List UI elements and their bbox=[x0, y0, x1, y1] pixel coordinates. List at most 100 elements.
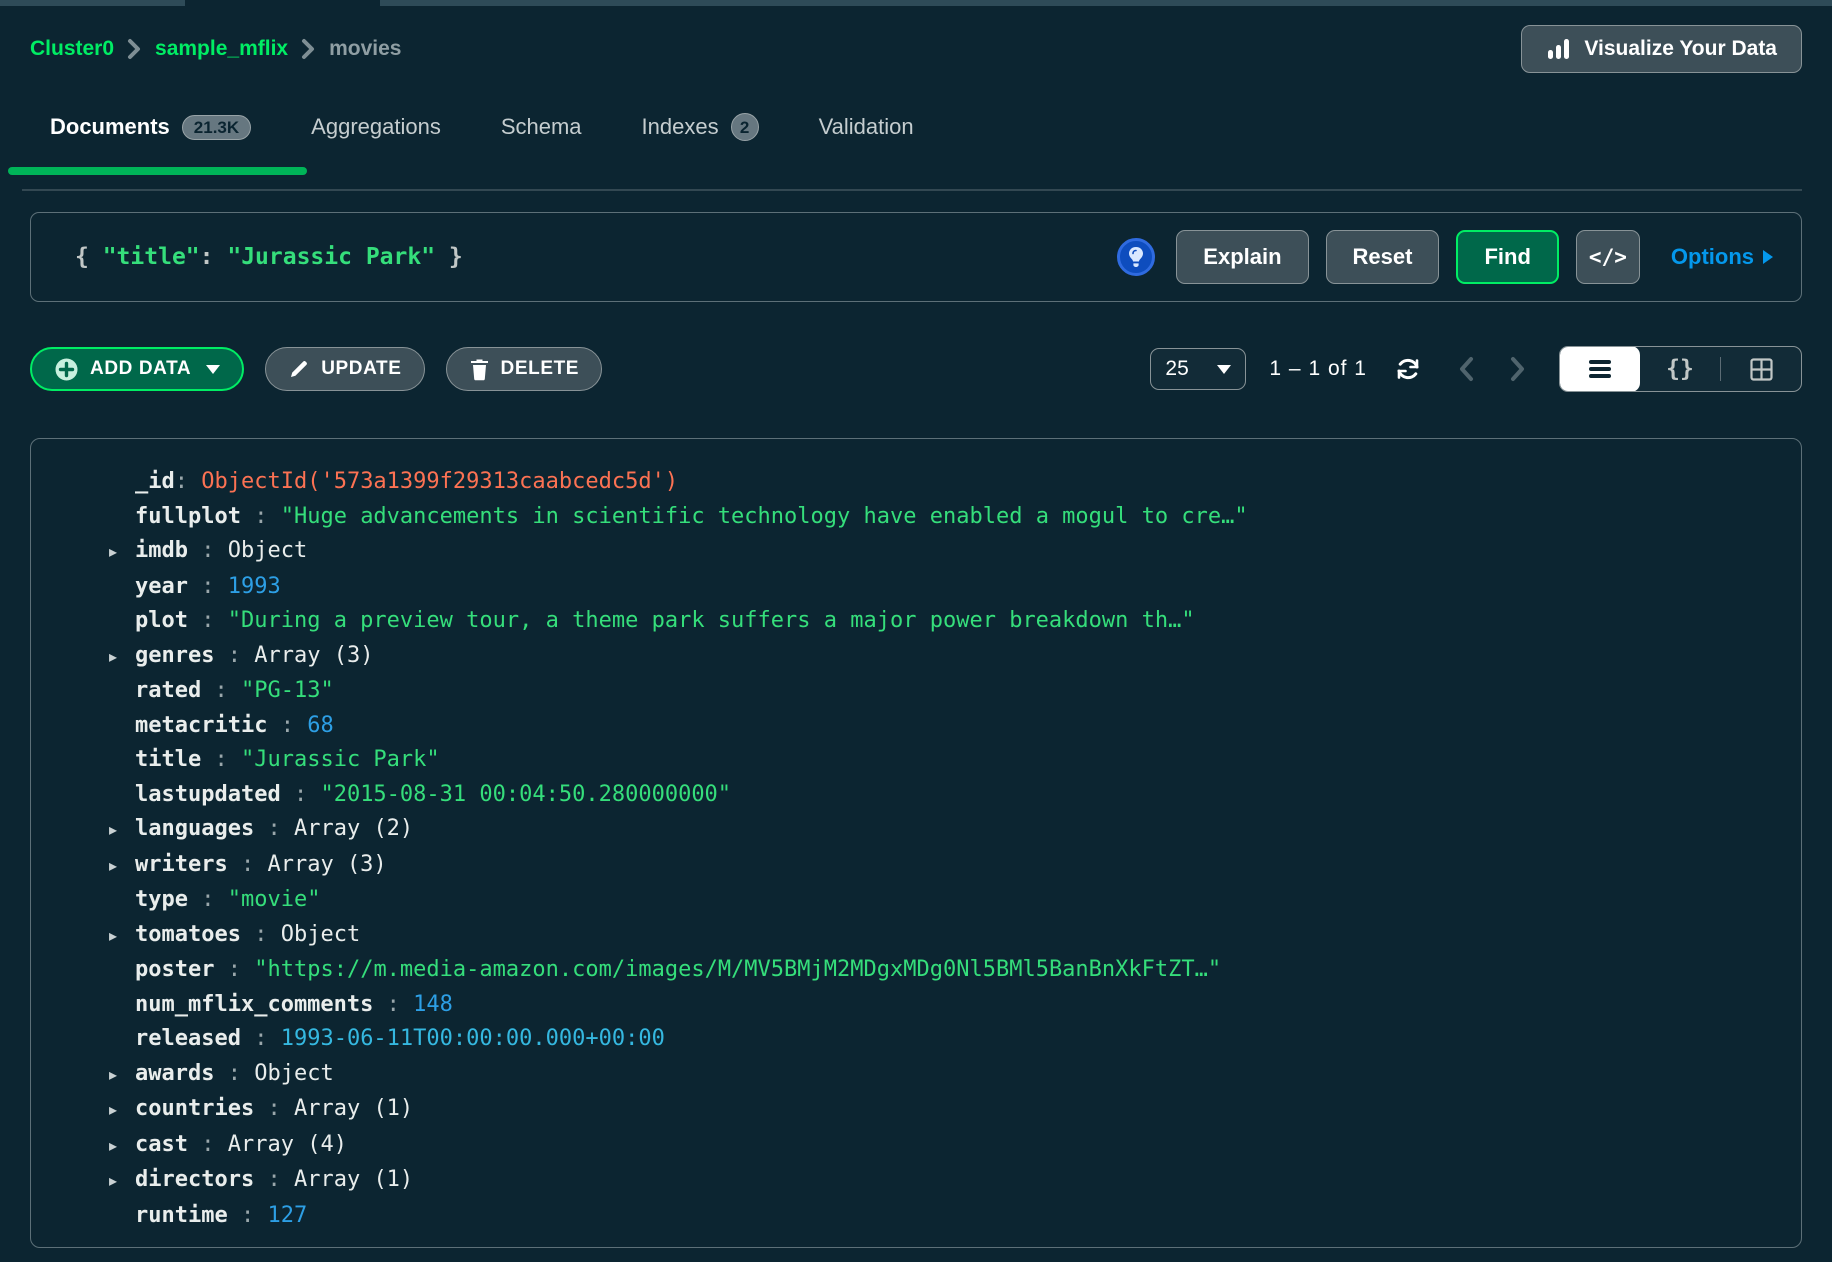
field-row-tomatoes[interactable]: ▸tomatoes : Object bbox=[109, 918, 1781, 954]
field-key: released bbox=[135, 1022, 241, 1057]
query-token-punct: : bbox=[200, 244, 228, 270]
expand-caret-icon[interactable]: ▸ bbox=[109, 1129, 135, 1164]
field-key: runtime bbox=[135, 1199, 228, 1234]
expand-caret-icon[interactable]: ▸ bbox=[109, 535, 135, 570]
breadcrumb-database[interactable]: sample_mflix bbox=[155, 37, 288, 61]
field-row-imdb[interactable]: ▸imdb : Object bbox=[109, 534, 1781, 570]
field-value-string: "movie" bbox=[228, 883, 321, 918]
field-value-number: 127 bbox=[267, 1199, 307, 1234]
breadcrumb-cluster[interactable]: Cluster0 bbox=[30, 37, 114, 61]
previous-page-button[interactable] bbox=[1457, 355, 1475, 383]
field-value-plain: Array (3) bbox=[267, 848, 386, 883]
field-key: awards bbox=[135, 1057, 214, 1092]
trash-icon bbox=[469, 358, 490, 381]
field-row-countries[interactable]: ▸countries : Array (1) bbox=[109, 1092, 1781, 1128]
result-range: 1 – 1 of 1 bbox=[1269, 357, 1367, 381]
field-key: type bbox=[135, 883, 188, 918]
field-row-directors[interactable]: ▸directors : Array (1) bbox=[109, 1163, 1781, 1199]
workspace-tab-strip bbox=[0, 0, 1832, 6]
expand-caret-icon[interactable]: ▸ bbox=[109, 640, 135, 675]
field-separator: : bbox=[188, 604, 228, 639]
field-row-runtime: runtime : 127 bbox=[109, 1199, 1781, 1234]
expand-caret-icon[interactable]: ▸ bbox=[109, 813, 135, 848]
field-key: num_mflix_comments bbox=[135, 988, 373, 1023]
reset-button[interactable]: Reset bbox=[1326, 230, 1440, 284]
field-row-genres[interactable]: ▸genres : Array (3) bbox=[109, 639, 1781, 675]
field-row-writers[interactable]: ▸writers : Array (3) bbox=[109, 848, 1781, 884]
field-separator: : bbox=[175, 465, 202, 500]
field-row-title: title : "Jurassic Park" bbox=[109, 743, 1781, 778]
field-value-string: "2015-08-31 00:04:50.280000000" bbox=[320, 778, 731, 813]
expand-caret-icon[interactable]: ▸ bbox=[109, 1164, 135, 1199]
document-toolbar: ADD DATA UPDATE DELETE 25 1 – 1 of 1 bbox=[30, 346, 1802, 392]
chevron-left-icon bbox=[1457, 355, 1475, 383]
field-row-languages[interactable]: ▸languages : Array (2) bbox=[109, 812, 1781, 848]
tabs-divider bbox=[22, 189, 1802, 191]
add-data-button[interactable]: ADD DATA bbox=[30, 347, 244, 391]
table-view-button[interactable] bbox=[1721, 346, 1801, 392]
field-value-number: 68 bbox=[307, 709, 334, 744]
field-separator: : bbox=[188, 534, 228, 569]
tab-schema[interactable]: Schema bbox=[471, 99, 612, 155]
visualize-your-data-button[interactable]: Visualize Your Data bbox=[1521, 25, 1802, 73]
next-page-button[interactable] bbox=[1509, 355, 1527, 383]
delete-button[interactable]: DELETE bbox=[446, 347, 603, 391]
list-view-button[interactable] bbox=[1560, 346, 1640, 392]
tab-indexes[interactable]: Indexes2 bbox=[612, 99, 789, 155]
refresh-button[interactable] bbox=[1393, 354, 1423, 384]
field-row-lastupdated: lastupdated : "2015-08-31 00:04:50.28000… bbox=[109, 778, 1781, 813]
options-toggle[interactable]: Options bbox=[1671, 244, 1779, 270]
field-row-released: released : 1993-06-11T00:00:00.000+00:00 bbox=[109, 1022, 1781, 1057]
find-button[interactable]: Find bbox=[1456, 230, 1558, 284]
json-view-button[interactable]: {} bbox=[1640, 346, 1720, 392]
field-value-plain: Array (1) bbox=[294, 1163, 413, 1198]
tab-label: Documents bbox=[50, 114, 170, 140]
field-value-string: "PG-13" bbox=[241, 674, 334, 709]
page-size-select[interactable]: 25 bbox=[1150, 348, 1246, 390]
tab-validation[interactable]: Validation bbox=[789, 99, 944, 155]
field-separator: : bbox=[254, 1163, 294, 1198]
collection-tabs: Documents21.3KAggregationsSchemaIndexes2… bbox=[30, 99, 1802, 175]
field-key: title bbox=[135, 743, 201, 778]
view-switcher: {} bbox=[1559, 346, 1802, 392]
expand-caret-icon[interactable]: ▸ bbox=[109, 1093, 135, 1128]
field-value-plain: Object bbox=[281, 918, 360, 953]
pagination: 25 1 – 1 of 1 bbox=[1150, 346, 1802, 392]
query-hint-button[interactable] bbox=[1117, 238, 1155, 276]
field-row-rated: rated : "PG-13" bbox=[109, 674, 1781, 709]
field-separator: : bbox=[241, 918, 281, 953]
field-row-awards[interactable]: ▸awards : Object bbox=[109, 1057, 1781, 1093]
field-value-plain: Object bbox=[228, 534, 307, 569]
query-token-punct: } bbox=[435, 244, 463, 270]
field-separator: : bbox=[201, 743, 241, 778]
tab-count-badge: 2 bbox=[731, 113, 759, 141]
field-value-objectid: ObjectId('573a1399f29313caabcedc5d') bbox=[201, 465, 678, 500]
field-value-plain: Array (1) bbox=[294, 1092, 413, 1127]
field-key: countries bbox=[135, 1092, 254, 1127]
field-row-cast[interactable]: ▸cast : Array (4) bbox=[109, 1128, 1781, 1164]
plus-circle-icon bbox=[54, 357, 79, 382]
chevron-right-icon bbox=[127, 38, 142, 60]
field-separator: : bbox=[214, 953, 254, 988]
update-button[interactable]: UPDATE bbox=[265, 347, 424, 391]
expand-caret-icon[interactable]: ▸ bbox=[109, 1058, 135, 1093]
expand-caret-icon[interactable]: ▸ bbox=[109, 849, 135, 884]
tab-documents[interactable]: Documents21.3K bbox=[30, 99, 281, 155]
explain-button[interactable]: Explain bbox=[1176, 230, 1308, 284]
bar-chart-icon bbox=[1546, 37, 1572, 61]
code-toggle-button[interactable]: </> bbox=[1576, 230, 1640, 284]
field-separator: : bbox=[201, 674, 241, 709]
field-value-plain: Array (4) bbox=[228, 1128, 347, 1163]
query-input[interactable]: { "title": "Jurassic Park" } bbox=[75, 244, 463, 270]
field-separator: : bbox=[241, 1022, 281, 1057]
field-row-fullplot: fullplot : "Huge advancements in scienti… bbox=[109, 500, 1781, 535]
field-separator: : bbox=[254, 1092, 294, 1127]
field-key: _id bbox=[135, 465, 175, 500]
tab-aggregations[interactable]: Aggregations bbox=[281, 99, 471, 155]
field-separator: : bbox=[228, 1199, 268, 1234]
page-size-value: 25 bbox=[1165, 357, 1188, 381]
pencil-icon bbox=[288, 358, 310, 380]
expand-caret-icon[interactable]: ▸ bbox=[109, 919, 135, 954]
document-card: _id: ObjectId('573a1399f29313caabcedc5d'… bbox=[30, 438, 1802, 1248]
field-row-num_mflix_comments: num_mflix_comments : 148 bbox=[109, 988, 1781, 1023]
